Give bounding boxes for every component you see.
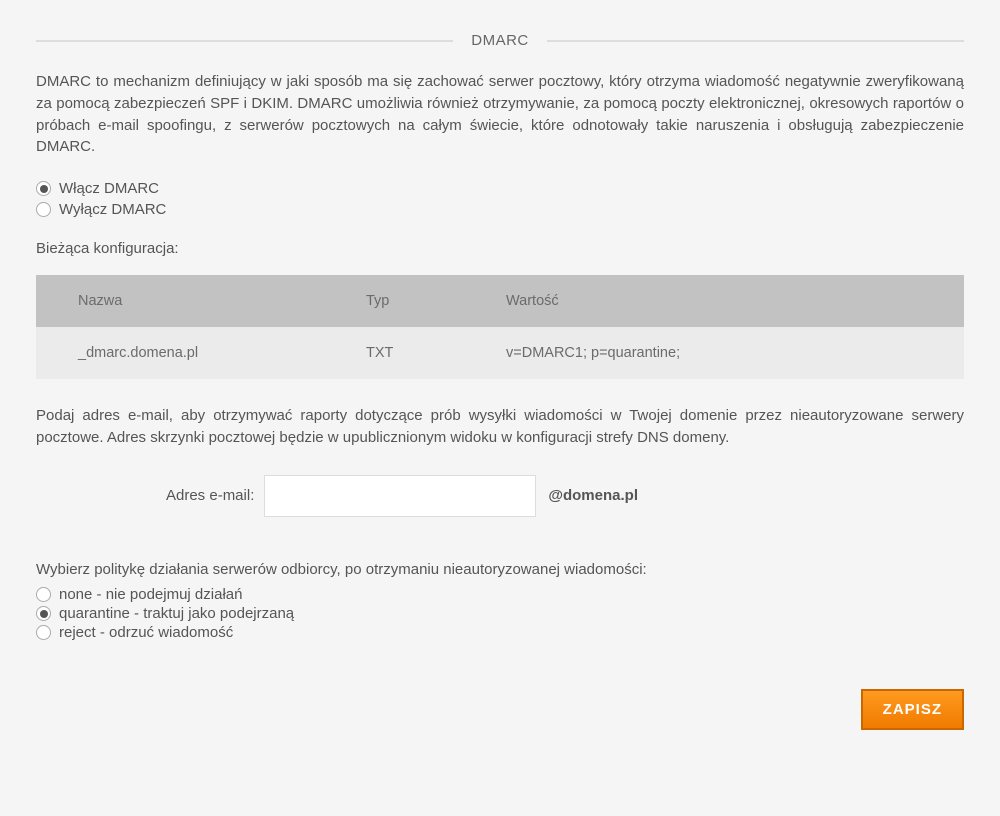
col-value: Wartość	[506, 275, 964, 327]
radio-icon	[36, 202, 51, 217]
dmarc-toggle-group: Włącz DMARC Wyłącz DMARC	[36, 180, 964, 218]
button-row: ZAPISZ	[36, 689, 964, 730]
radio-icon	[36, 606, 51, 621]
divider-line-left	[36, 40, 453, 42]
policy-none-label: none - nie podejmuj działań	[59, 586, 242, 603]
dmarc-description: DMARC to mechanizm definiujący w jaki sp…	[36, 71, 964, 158]
section-title: DMARC	[453, 32, 547, 49]
enable-dmarc-radio[interactable]: Włącz DMARC	[36, 180, 964, 197]
radio-icon	[36, 181, 51, 196]
divider-line-right	[547, 40, 964, 42]
col-name: Nazwa	[36, 275, 366, 327]
disable-dmarc-label: Wyłącz DMARC	[59, 201, 166, 218]
policy-heading: Wybierz politykę działania serwerów odbi…	[36, 559, 964, 581]
cell-name: _dmarc.domena.pl	[36, 327, 366, 379]
radio-icon	[36, 587, 51, 602]
table-row: _dmarc.domena.pl TXT v=DMARC1; p=quarant…	[36, 327, 964, 379]
save-button[interactable]: ZAPISZ	[861, 689, 964, 730]
col-type: Typ	[366, 275, 506, 327]
policy-reject-radio[interactable]: reject - odrzuć wiadomość	[36, 624, 964, 641]
enable-dmarc-label: Włącz DMARC	[59, 180, 159, 197]
email-description: Podaj adres e-mail, aby otrzymywać rapor…	[36, 405, 964, 449]
radio-icon	[36, 625, 51, 640]
email-row: Adres e-mail: @domena.pl	[36, 475, 964, 517]
email-input[interactable]	[264, 475, 536, 517]
policy-quarantine-label: quarantine - traktuj jako podejrzaną	[59, 605, 294, 622]
policy-group: none - nie podejmuj działań quarantine -…	[36, 586, 964, 641]
config-heading: Bieżąca konfiguracja:	[36, 240, 964, 257]
section-divider: DMARC	[36, 32, 964, 49]
cell-value: v=DMARC1; p=quarantine;	[506, 327, 964, 379]
email-suffix: @domena.pl	[548, 487, 638, 504]
email-label: Adres e-mail:	[166, 487, 254, 504]
cell-type: TXT	[366, 327, 506, 379]
table-header-row: Nazwa Typ Wartość	[36, 275, 964, 327]
disable-dmarc-radio[interactable]: Wyłącz DMARC	[36, 201, 964, 218]
policy-reject-label: reject - odrzuć wiadomość	[59, 624, 233, 641]
policy-none-radio[interactable]: none - nie podejmuj działań	[36, 586, 964, 603]
config-table: Nazwa Typ Wartość _dmarc.domena.pl TXT v…	[36, 275, 964, 379]
policy-quarantine-radio[interactable]: quarantine - traktuj jako podejrzaną	[36, 605, 964, 622]
